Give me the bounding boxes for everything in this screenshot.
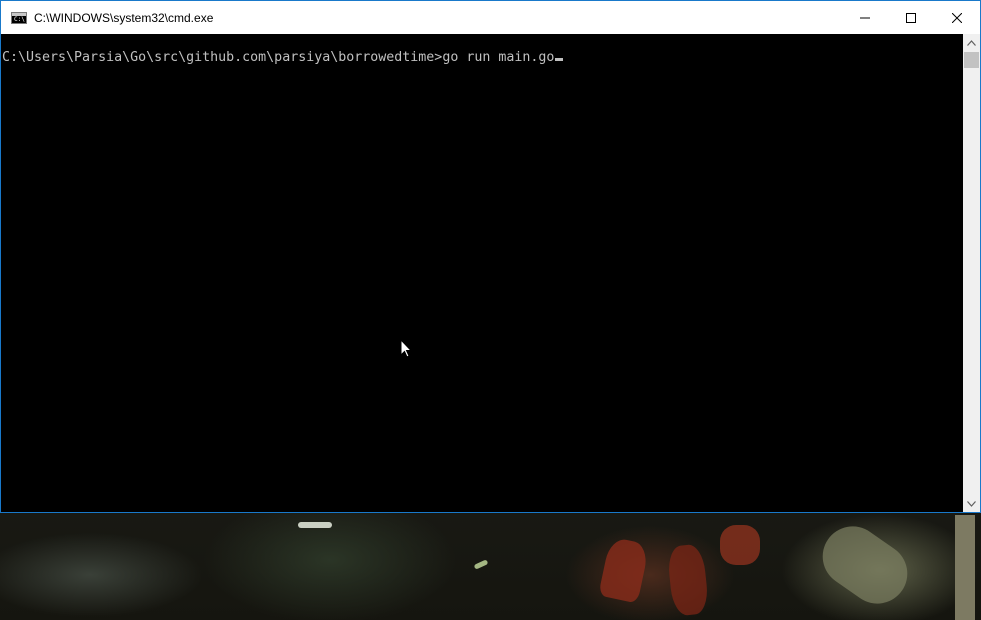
maximize-button[interactable] (888, 1, 934, 34)
console-output[interactable]: C:\Users\Parsia\Go\src\github.com\parsiy… (1, 34, 963, 512)
minimize-icon (860, 17, 870, 18)
cmd-icon[interactable]: C:\ (11, 11, 27, 24)
scroll-up-button[interactable] (963, 34, 980, 51)
scroll-thumb[interactable] (964, 52, 979, 68)
console-line: C:\Users\Parsia\Go\src\github.com\parsiy… (2, 50, 564, 65)
minimize-button[interactable] (842, 1, 888, 34)
close-button[interactable] (934, 1, 980, 34)
scroll-down-button[interactable] (963, 495, 980, 512)
cmd-window[interactable]: C:\ C:\WINDOWS\system32\cmd.exe C:\Users… (0, 0, 981, 513)
close-icon (952, 12, 962, 23)
vertical-scrollbar[interactable] (963, 34, 980, 512)
mouse-pointer-icon (400, 338, 413, 363)
chevron-up-icon (967, 39, 976, 46)
window-title: C:\WINDOWS\system32\cmd.exe (34, 10, 214, 25)
title-bar[interactable]: C:\ C:\WINDOWS\system32\cmd.exe (1, 1, 980, 34)
text-cursor (555, 58, 564, 61)
caption-buttons (842, 1, 980, 34)
maximize-icon (906, 12, 916, 23)
chevron-down-icon (967, 500, 976, 507)
prompt-text: C:\Users\Parsia\Go\src\github.com\parsiy… (2, 50, 443, 65)
command-text: go run main.go (442, 50, 555, 65)
